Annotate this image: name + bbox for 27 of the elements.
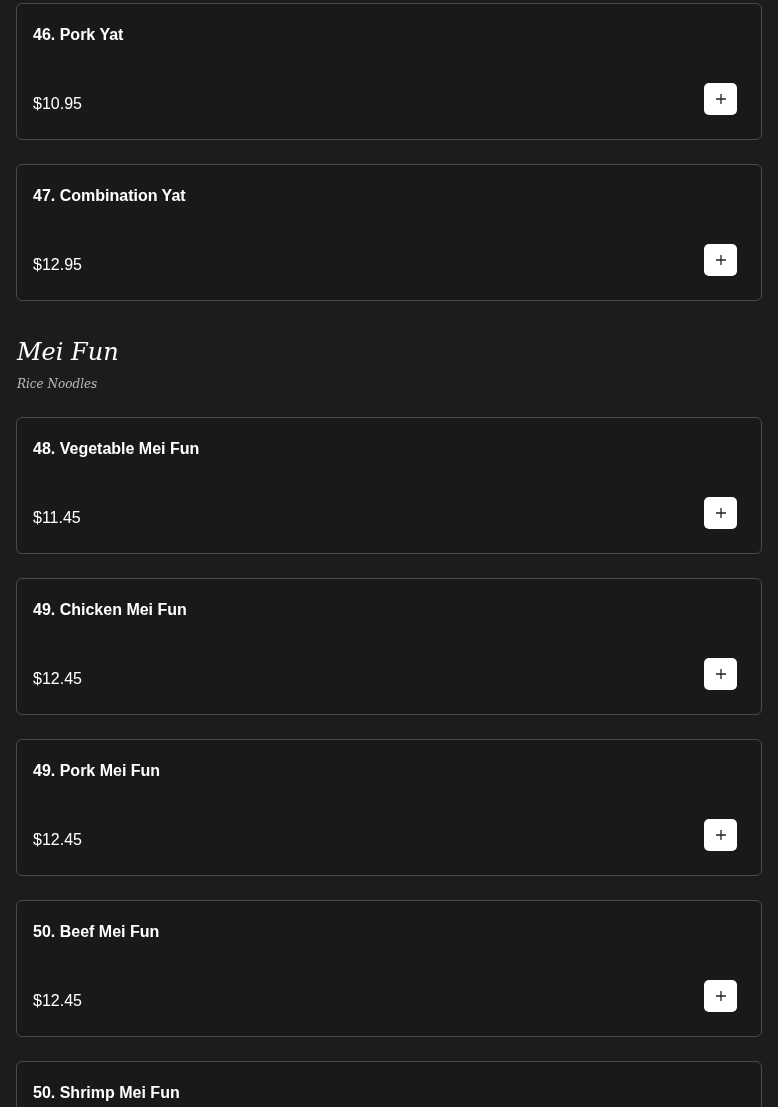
plus-icon (715, 830, 726, 840)
section-subtitle: Rice Noodles (17, 376, 99, 393)
plus-icon (715, 669, 726, 679)
add-button[interactable] (704, 244, 737, 276)
item-price: $10.95 (33, 94, 82, 114)
item-name: 47. Combination Yat (33, 186, 187, 206)
plus-icon (715, 508, 726, 518)
item-name: 50. Shrimp Mei Fun (33, 1083, 181, 1103)
add-button[interactable] (704, 819, 737, 851)
plus-icon (715, 94, 726, 104)
add-button[interactable] (704, 497, 737, 529)
item-name: 49. Chicken Mei Fun (33, 600, 188, 620)
item-name: 46. Pork Yat (33, 25, 125, 45)
item-name: 48. Vegetable Mei Fun (33, 439, 201, 459)
section-title: Mei Fun (17, 337, 120, 368)
item-name: 50. Beef Mei Fun (33, 922, 161, 942)
plus-icon (715, 991, 726, 1001)
item-price: $12.45 (33, 991, 82, 1011)
item-price: $12.45 (33, 830, 82, 850)
item-price: $11.45 (33, 508, 81, 528)
add-button[interactable] (704, 980, 737, 1012)
item-price: $12.45 (33, 669, 82, 689)
item-price: $12.95 (33, 255, 82, 275)
plus-icon (715, 255, 726, 265)
item-name: 49. Pork Mei Fun (33, 761, 162, 781)
add-button[interactable] (704, 83, 737, 115)
add-button[interactable] (704, 658, 737, 690)
